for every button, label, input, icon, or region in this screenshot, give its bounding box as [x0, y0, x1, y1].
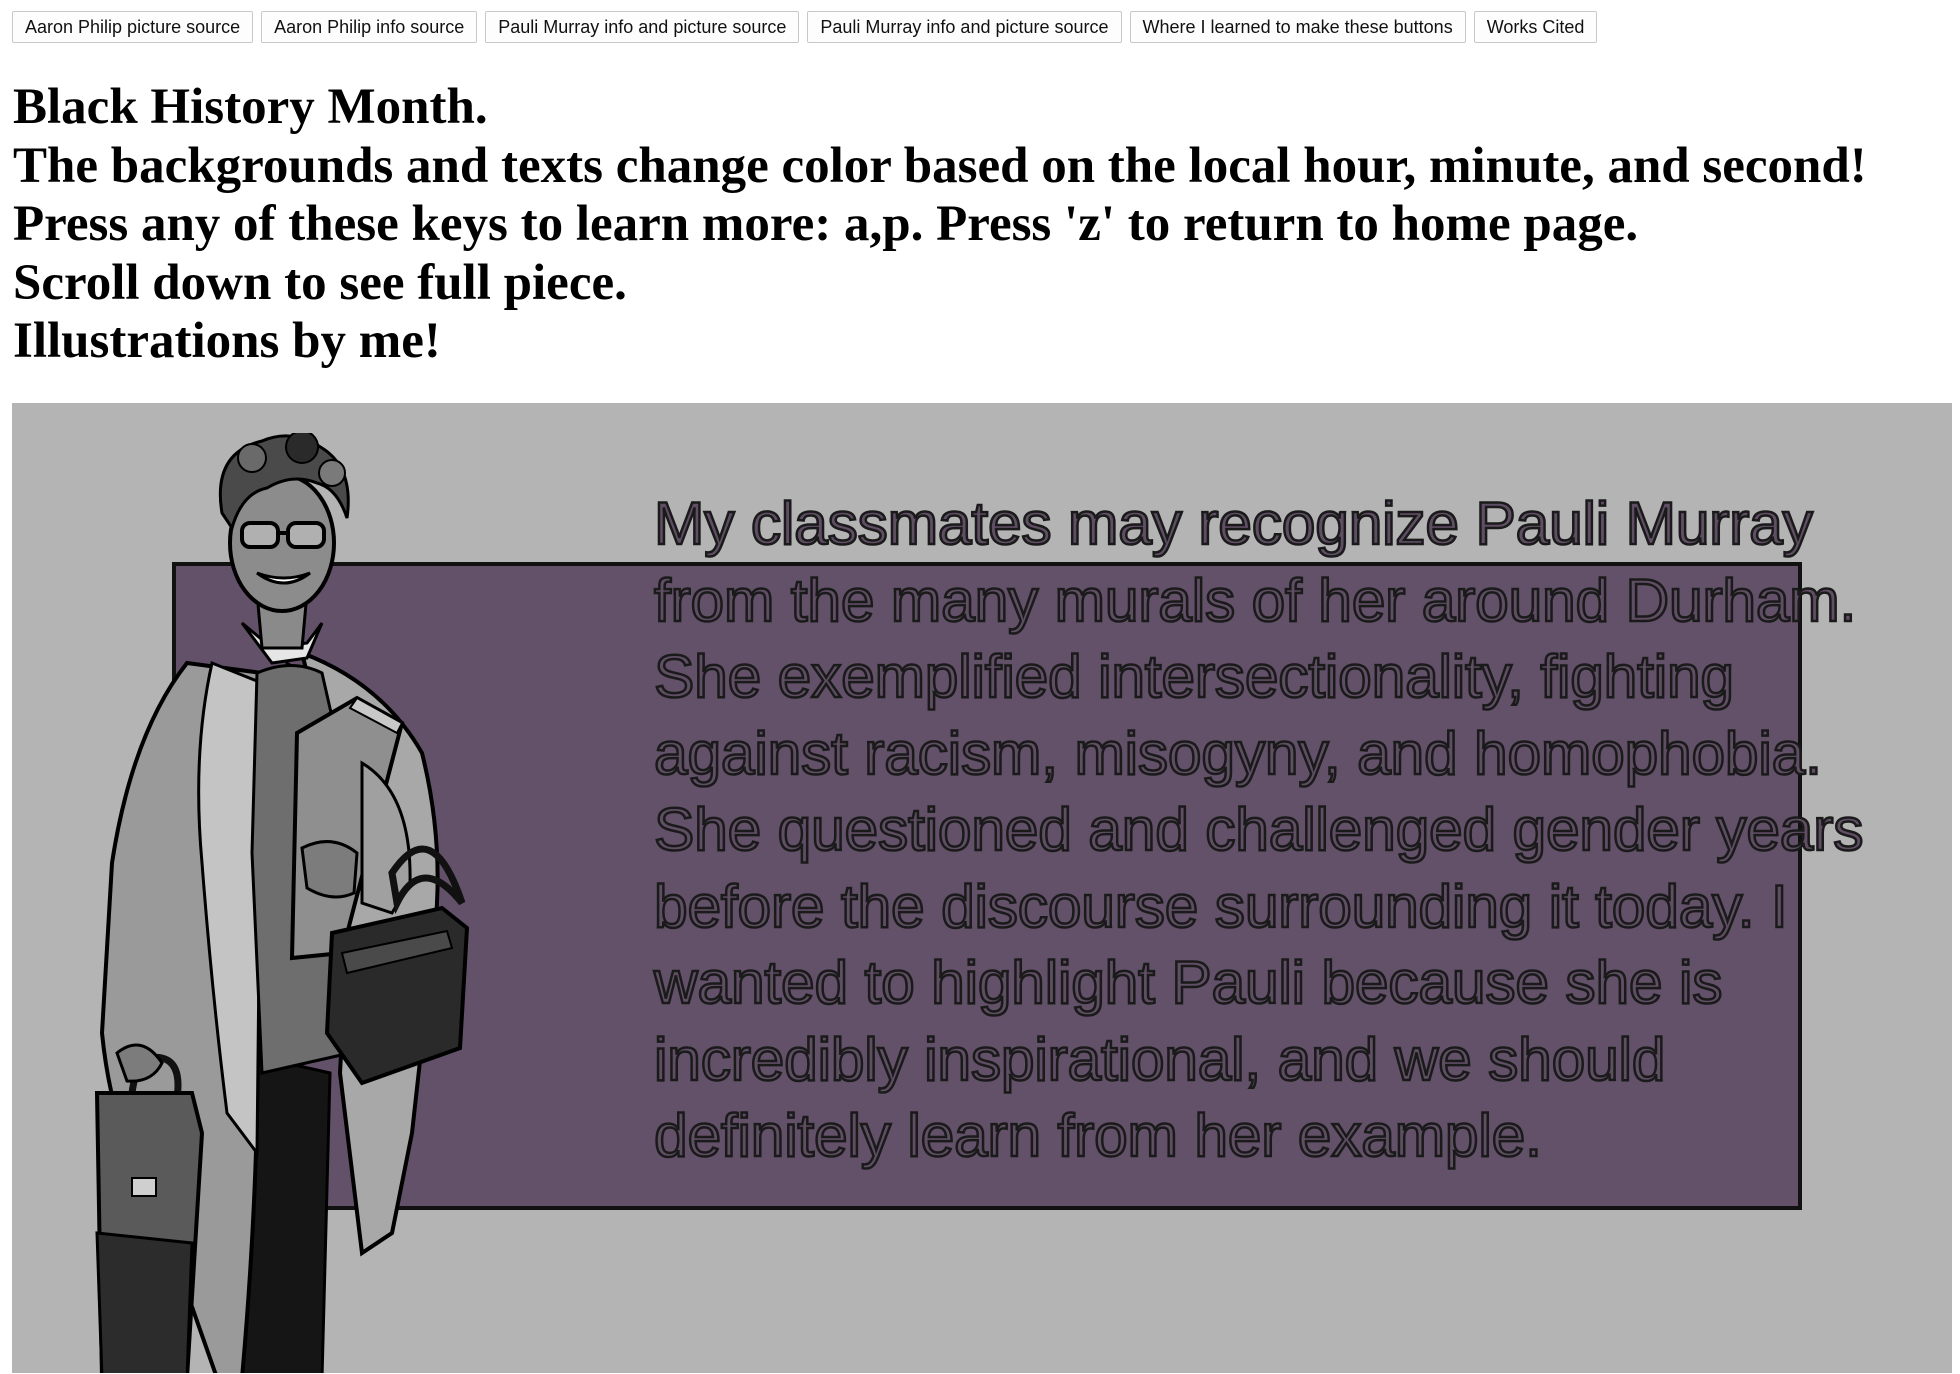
quote-line: from the many murals of her around Durha…	[653, 564, 1858, 634]
aaron-philip-info-source-button[interactable]: Aaron Philip info source	[261, 11, 478, 43]
source-button-bar: Aaron Philip picture source Aaron Philip…	[12, 11, 1598, 43]
pauli-murray-illustration-icon	[94, 433, 470, 1373]
quote-line: My classmates may recognize Pauli Murray	[653, 488, 1814, 558]
illustration-credit: Illustrations by me!	[13, 313, 441, 369]
quote-line: She exemplified intersectionality, fight…	[653, 641, 1736, 711]
quote-line: She questioned and challenged gender yea…	[653, 794, 1865, 864]
quote-line: wanted to highlight Pauli because she is	[653, 947, 1724, 1017]
scroll-note: Scroll down to see full piece.	[13, 254, 627, 311]
quote-line: before the discourse surrounding it toda…	[653, 870, 1789, 940]
quote-line: against racism, misogyny, and homophobia…	[653, 717, 1823, 787]
key-instructions: Press any of these keys to learn more: a…	[13, 196, 1639, 252]
artwork-canvas: My classmates may recognize Pauli Murray…	[12, 403, 1952, 1373]
button-tutorial-source-button[interactable]: Where I learned to make these buttons	[1129, 11, 1466, 43]
pauli-murray-source-button-1[interactable]: Pauli Murray info and picture source	[485, 11, 800, 43]
quote-line: definitely learn from her example.	[653, 1100, 1543, 1170]
works-cited-button[interactable]: Works Cited	[1473, 11, 1598, 43]
aaron-philip-picture-source-button[interactable]: Aaron Philip picture source	[12, 11, 254, 43]
pauli-murray-source-button-2[interactable]: Pauli Murray info and picture source	[807, 11, 1122, 43]
quote-text: My classmates may recognize Pauli Murray…	[653, 485, 1944, 1174]
page-title: Black History Month.	[13, 79, 488, 135]
quote-line: incredibly inspirational, and we should	[653, 1023, 1667, 1093]
intro-headings: Black History Month. The backgrounds and…	[13, 78, 1867, 371]
color-change-note: The backgrounds and texts change color b…	[13, 137, 1867, 194]
